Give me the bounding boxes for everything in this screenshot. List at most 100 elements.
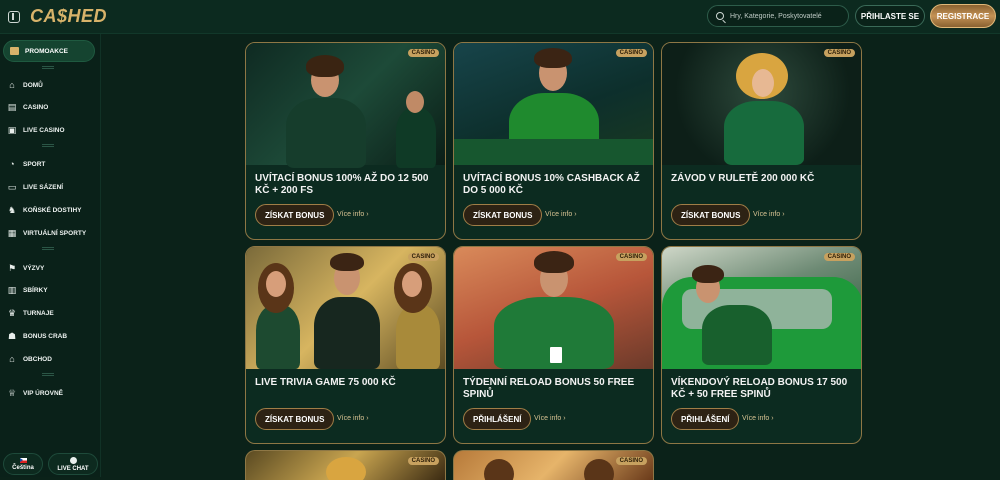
sidebar-item-casino[interactable]: ▤ CASINO xyxy=(7,100,49,114)
promo-card[interactable]: CASINO LIVE TRIVIA GAME 75 000 KČ ZÍSKAT… xyxy=(245,246,446,444)
sidebar-item-shop[interactable]: ⌂ OBCHOD xyxy=(7,352,52,366)
casino-icon: ▤ xyxy=(7,101,17,112)
search-icon xyxy=(716,12,724,20)
sidebar-item-label: CASINO xyxy=(23,103,49,111)
sidebar-item-live-betting[interactable]: ▭ LIVE SÁZENÍ xyxy=(7,180,63,194)
sidebar-item-label: LIVE CASINO xyxy=(23,126,65,134)
sidebar-item-label: SBÍRKY xyxy=(23,286,48,294)
sidebar-item-label: BONUS CRAB xyxy=(23,332,68,340)
promo-card[interactable]: CASINO ZÁVOD V RULETĚ 200 000 KČ ZÍSKAT … xyxy=(661,42,862,240)
get-bonus-button[interactable]: ZÍSKAT BONUS xyxy=(255,408,335,430)
collections-icon: ▥ xyxy=(7,284,17,295)
sidebar-item-home[interactable]: ⌂ DOMŮ xyxy=(7,78,43,92)
promo-image xyxy=(662,247,861,369)
category-badge: CASINO xyxy=(615,457,647,465)
live-casino-icon: ▣ xyxy=(7,124,17,135)
promo-card[interactable]: CASINO xyxy=(245,450,446,480)
promo-image xyxy=(246,43,445,168)
category-badge: CASINO xyxy=(615,49,647,57)
divider xyxy=(42,144,54,147)
more-info-link[interactable]: Více info xyxy=(742,415,774,422)
live-chat-button[interactable]: LIVE CHAT xyxy=(48,453,98,475)
sidebar-toggle-icon[interactable] xyxy=(8,10,20,23)
category-badge: CASINO xyxy=(823,49,855,57)
login-to-claim-button[interactable]: PŘIHLÁŠENÍ xyxy=(463,408,532,430)
divider xyxy=(42,66,54,69)
sidebar-item-sport[interactable]: ◔ SPORT xyxy=(7,157,45,171)
promo-card[interactable]: CASINO VÍKENDOVÝ RELOAD BONUS 17 500 KČ … xyxy=(661,246,862,444)
logo[interactable]: CA$HED xyxy=(30,6,107,27)
sidebar-item-tournaments[interactable]: ♛ TURNAJE xyxy=(7,306,54,320)
language-label: Čeština xyxy=(12,464,34,471)
live-chat-label: LIVE CHAT xyxy=(57,465,89,472)
sidebar-item-collections[interactable]: ▥ SBÍRKY xyxy=(7,283,48,297)
crab-icon: ☗ xyxy=(7,330,17,341)
more-info-link[interactable]: Více info xyxy=(337,415,369,422)
category-badge: CASINO xyxy=(407,457,439,465)
promo-image xyxy=(454,43,653,165)
sidebar-item-horse-racing[interactable]: ♞ KOŇSKÉ DOSTIHY xyxy=(7,203,82,217)
sidebar-item-label: SPORT xyxy=(23,160,46,168)
live-betting-icon: ▭ xyxy=(7,181,17,192)
tournament-icon: ♛ xyxy=(7,307,17,318)
sport-icon: ◔ xyxy=(9,159,15,169)
sidebar-item-label: VIRTUÁLNÍ SPORTY xyxy=(23,229,87,237)
home-icon: ⌂ xyxy=(9,80,15,90)
challenge-icon: ⚑ xyxy=(7,262,17,273)
more-info-link[interactable]: Více info xyxy=(753,211,785,218)
promo-card[interactable]: CASINO xyxy=(453,450,654,480)
czech-flag-icon xyxy=(19,457,27,463)
promotions-grid: CASINO UVÍTACÍ BONUS 100% AŽ DO 12 500 K… xyxy=(101,34,1000,480)
sidebar-item-label: LIVE SÁZENÍ xyxy=(23,183,64,191)
more-info-link[interactable]: Více info xyxy=(534,415,566,422)
sidebar-item-virtual-sports[interactable]: ▦ VIRTUÁLNÍ SPORTY xyxy=(7,226,86,240)
category-badge: CASINO xyxy=(407,253,439,261)
promo-image xyxy=(246,247,445,369)
promo-title: LIVE TRIVIA GAME 75 000 KČ xyxy=(255,377,396,388)
promo-title: UVÍTACÍ BONUS 10% CASHBACK AŽ DO 5 000 K… xyxy=(463,173,640,196)
promo-title: TÝDENNÍ RELOAD BONUS 50 FREE SPINŮ xyxy=(463,377,635,400)
shop-icon: ⌂ xyxy=(9,354,15,364)
sidebar-item-label: OBCHOD xyxy=(23,355,52,363)
search-input[interactable]: Hry, Kategorie, Poskytovatelé xyxy=(707,5,849,27)
sidebar-item-label: PROMOAKCE xyxy=(25,47,68,55)
promo-image xyxy=(662,43,861,165)
language-selector[interactable]: Čeština xyxy=(3,453,43,475)
get-bonus-button[interactable]: ZÍSKAT BONUS xyxy=(463,204,543,226)
login-to-claim-button[interactable]: PŘIHLÁŠENÍ xyxy=(671,408,740,430)
more-info-link[interactable]: Více info xyxy=(337,211,369,218)
sidebar-item-live-casino[interactable]: ▣ LIVE CASINO xyxy=(7,123,65,137)
sidebar-item-challenges[interactable]: ⚑ VÝZVY xyxy=(7,261,44,275)
virtual-sports-icon: ▦ xyxy=(7,227,17,238)
vip-icon: ♕ xyxy=(7,387,17,398)
promo-card[interactable]: CASINO UVÍTACÍ BONUS 10% CASHBACK AŽ DO … xyxy=(453,42,654,240)
divider xyxy=(42,247,54,250)
sidebar: PROMOAKCE ⌂ DOMŮ ▤ CASINO ▣ LIVE CASINO ◔ SP… xyxy=(0,34,101,477)
get-bonus-button[interactable]: ZÍSKAT BONUS xyxy=(255,204,335,226)
divider xyxy=(42,373,54,376)
sidebar-item-label: KOŇSKÉ DOSTIHY xyxy=(23,206,82,214)
sidebar-item-bonus-crab[interactable]: ☗ BONUS CRAB xyxy=(7,329,67,343)
promo-title: ZÁVOD V RULETĚ 200 000 KČ xyxy=(671,173,815,184)
register-button[interactable]: REGISTRACE xyxy=(930,4,996,28)
sidebar-item-vip[interactable]: ♕ VIP ÚROVNĚ xyxy=(7,386,63,400)
promo-title: UVÍTACÍ BONUS 100% AŽ DO 12 500 KČ + 200… xyxy=(255,173,429,196)
top-bar: CA$HED Hry, Kategorie, Poskytovatelé PŘI… xyxy=(0,0,1000,34)
chat-icon xyxy=(69,456,77,464)
get-bonus-button[interactable]: ZÍSKAT BONUS xyxy=(671,204,751,226)
more-info-link[interactable]: Více info xyxy=(545,211,577,218)
category-badge: CASINO xyxy=(615,253,647,261)
login-button[interactable]: PŘIHLASTE SE xyxy=(855,5,925,27)
promo-card[interactable]: CASINO TÝDENNÍ RELOAD BONUS 50 FREE SPIN… xyxy=(453,246,654,444)
search-placeholder: Hry, Kategorie, Poskytovatelé xyxy=(730,12,822,20)
sidebar-item-label: VIP ÚROVNĚ xyxy=(23,389,63,397)
category-badge: CASINO xyxy=(407,49,439,57)
promo-card[interactable]: CASINO UVÍTACÍ BONUS 100% AŽ DO 12 500 K… xyxy=(245,42,446,240)
sidebar-item-promo[interactable]: PROMOAKCE xyxy=(3,40,95,62)
gift-icon xyxy=(10,47,19,55)
sidebar-item-label: TURNAJE xyxy=(23,309,54,317)
horse-icon: ♞ xyxy=(7,204,17,215)
sidebar-item-label: DOMŮ xyxy=(23,81,43,89)
sidebar-item-label: VÝZVY xyxy=(23,264,45,272)
promo-image xyxy=(454,247,653,369)
